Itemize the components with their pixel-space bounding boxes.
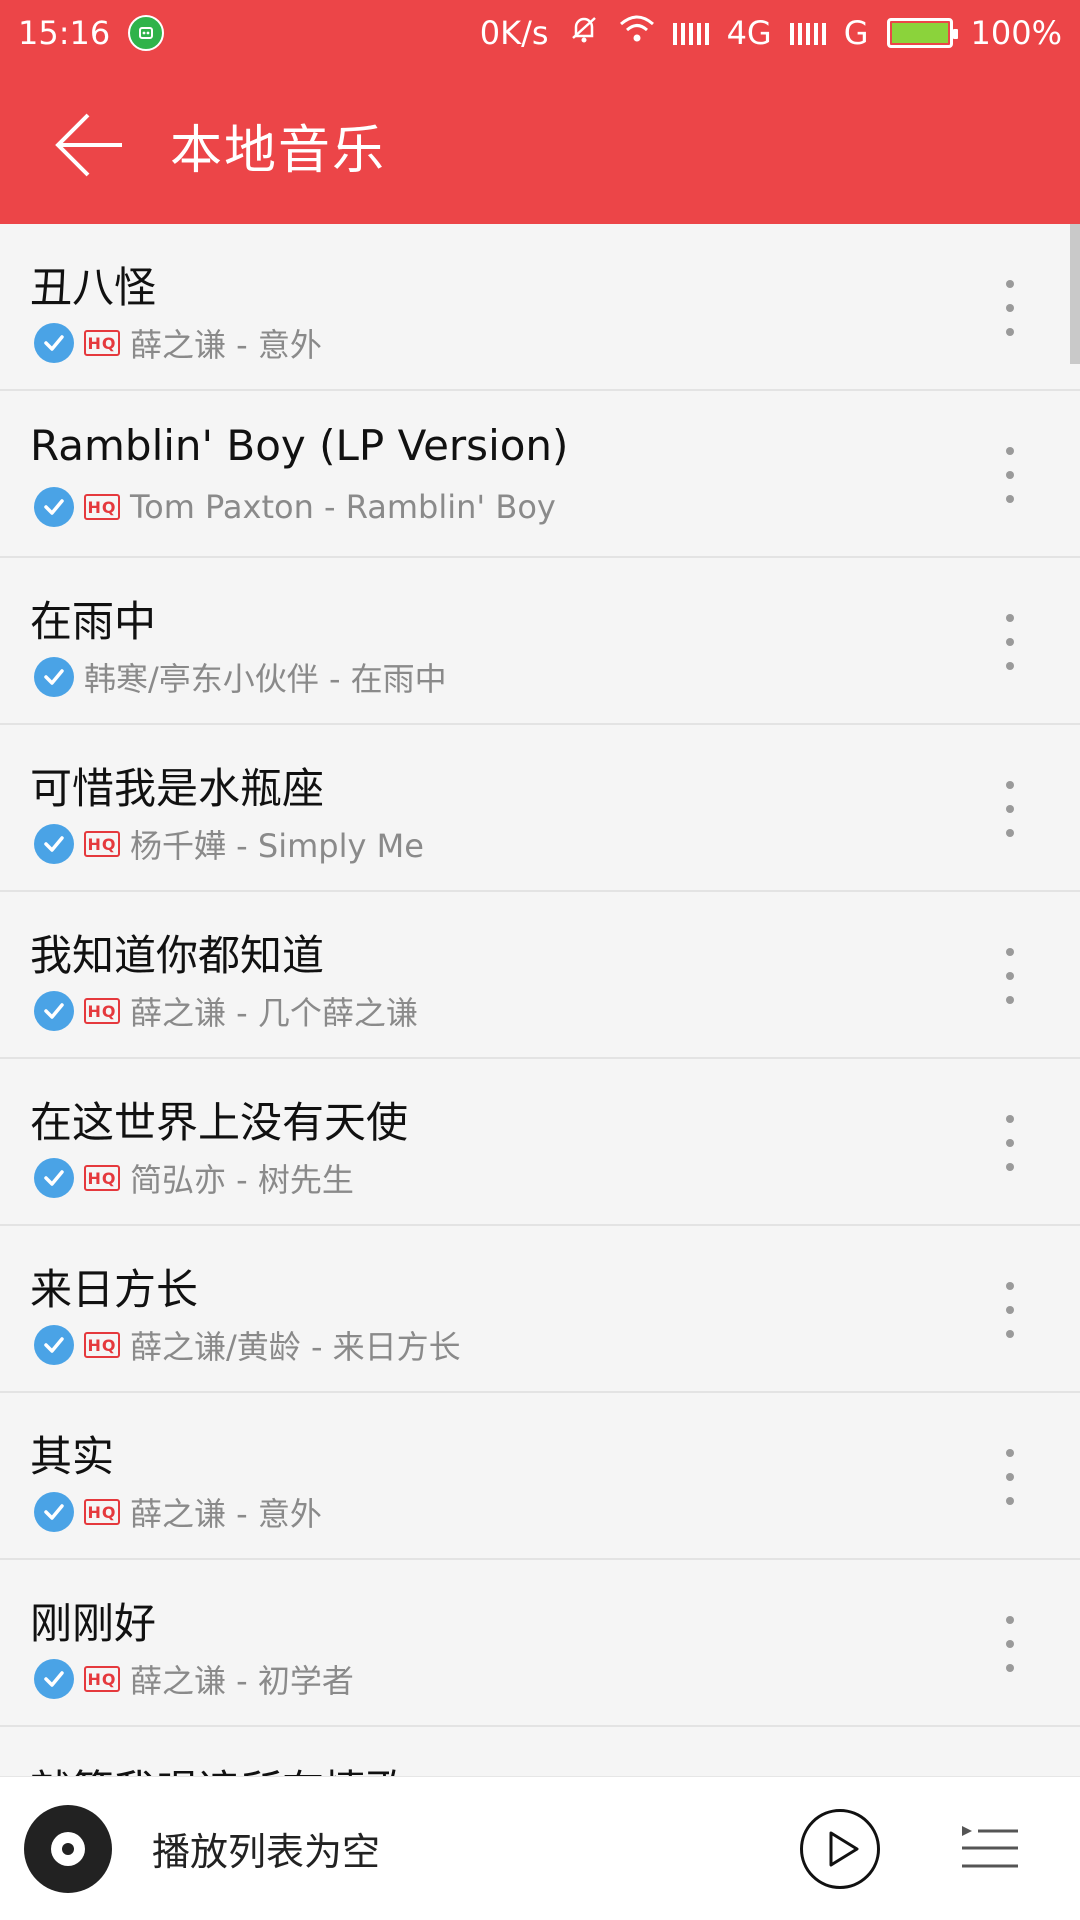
- artist-album: 韩寒/亭东小伙伴 - 在雨中: [84, 660, 447, 698]
- song-title: 我知道你都知道: [30, 931, 325, 980]
- more-options-icon[interactable]: [1000, 781, 1020, 837]
- song-meta: HQ 简弘亦 - 树先生: [34, 1155, 354, 1201]
- song-title: 丑八怪: [30, 263, 157, 312]
- song-title: 其实: [30, 1432, 115, 1481]
- hq-badge: HQ: [84, 1499, 120, 1525]
- song-row[interactable]: 在雨中韩寒/亭东小伙伴 - 在雨中: [0, 558, 1080, 725]
- song-row[interactable]: 来日方长 HQ 薛之谦/黄龄 - 来日方长: [0, 1226, 1080, 1393]
- song-title: 在雨中: [30, 597, 157, 646]
- artist-album: 薛之谦 - 意外: [130, 1495, 322, 1533]
- downloaded-check-icon: [34, 991, 74, 1031]
- more-options-icon[interactable]: [1000, 280, 1020, 336]
- song-row[interactable]: 丑八怪 HQ 薛之谦 - 意外: [0, 224, 1080, 391]
- page-title: 本地音乐: [170, 120, 387, 181]
- hq-badge: HQ: [84, 998, 120, 1024]
- mini-player: 播放列表为空: [0, 1776, 1080, 1920]
- downloaded-check-icon: [34, 323, 74, 363]
- more-options-icon[interactable]: [1000, 1282, 1020, 1338]
- downloaded-check-icon: [34, 824, 74, 864]
- artist-album: 杨千嬅 - Simply Me: [130, 827, 424, 865]
- song-row[interactable]: 我知道你都知道 HQ 薛之谦 - 几个薛之谦: [0, 892, 1080, 1059]
- network-speed: 0K/s: [479, 14, 549, 52]
- playlist-button[interactable]: [940, 1799, 1040, 1899]
- app-bar: 本地音乐: [0, 66, 1080, 224]
- song-row[interactable]: Ramblin' Boy (LP Version) HQ Tom Paxton - …: [0, 391, 1080, 558]
- status-time: 15:16: [18, 14, 111, 52]
- player-status: 播放列表为空: [152, 1830, 381, 1874]
- signal-icon: [672, 19, 709, 47]
- hq-badge: HQ: [84, 831, 120, 857]
- play-icon: [829, 1831, 859, 1866]
- song-meta: 韩寒/亭东小伙伴 - 在雨中: [34, 654, 447, 700]
- song-meta: HQ 薛之谦 - 意外: [34, 320, 322, 366]
- more-options-icon[interactable]: [1000, 1449, 1020, 1505]
- song-title: 就算我唱遍所有情歌: [30, 1757, 408, 1776]
- song-meta: HQ 薛之谦 - 初学者: [34, 1656, 354, 1702]
- hq-badge: HQ: [84, 1666, 120, 1692]
- play-button[interactable]: [800, 1808, 880, 1889]
- song-row[interactable]: 就算我唱遍所有情歌: [0, 1727, 1080, 1776]
- downloaded-check-icon: [34, 657, 74, 697]
- song-title: 在这世界上没有天使: [30, 1098, 409, 1147]
- downloaded-check-icon: [34, 1325, 74, 1365]
- song-row[interactable]: 刚刚好 HQ 薛之谦 - 初学者: [0, 1560, 1080, 1727]
- artist-album: 薛之谦 - 意外: [130, 326, 322, 364]
- more-options-icon[interactable]: [1000, 614, 1020, 670]
- song-title: 来日方长: [30, 1265, 199, 1314]
- downloaded-check-icon: [34, 1492, 74, 1532]
- song-meta: HQ Tom Paxton - Ramblin' Boy: [34, 487, 556, 527]
- playlist-icon: [962, 1825, 1018, 1867]
- battery-icon: [886, 18, 958, 48]
- back-arrow-icon: [55, 113, 122, 177]
- artist-album: 薛之谦 - 初学者: [130, 1662, 354, 1700]
- artist-album: 薛之谦 - 几个薛之谦: [130, 994, 418, 1032]
- status-bar: 15:16 0K/s 4G G 100%: [0, 0, 1080, 66]
- mute-icon: [567, 12, 601, 54]
- back-button[interactable]: [30, 85, 150, 205]
- song-meta: HQ 薛之谦/黄龄 - 来日方长: [34, 1322, 461, 1368]
- artist-album: 简弘亦 - 树先生: [130, 1161, 354, 1199]
- signal-2-icon: [789, 19, 826, 47]
- wifi-icon: [619, 14, 655, 52]
- more-options-icon[interactable]: [1000, 948, 1020, 1004]
- notification-app-icon: [128, 15, 165, 51]
- song-title: Ramblin' Boy (LP Version): [30, 421, 569, 470]
- song-meta: HQ 薛之谦 - 意外: [34, 1489, 322, 1535]
- artist-album: 薛之谦/黄龄 - 来日方长: [130, 1328, 461, 1366]
- song-row[interactable]: 在这世界上没有天使 HQ 简弘亦 - 树先生: [0, 1059, 1080, 1226]
- battery-percent: 100%: [970, 14, 1062, 52]
- song-row[interactable]: 其实 HQ 薛之谦 - 意外: [0, 1393, 1080, 1560]
- downloaded-check-icon: [34, 1659, 74, 1699]
- song-title: 可惜我是水瓶座: [30, 764, 325, 813]
- song-row[interactable]: 可惜我是水瓶座 HQ 杨千嬅 - Simply Me: [0, 725, 1080, 892]
- more-options-icon[interactable]: [1000, 1616, 1020, 1672]
- more-options-icon[interactable]: [1000, 1115, 1020, 1171]
- album-disc-icon[interactable]: [24, 1804, 112, 1893]
- song-meta: HQ 薛之谦 - 几个薛之谦: [34, 988, 418, 1034]
- hq-badge: HQ: [84, 1332, 120, 1358]
- more-options-icon[interactable]: [1000, 447, 1020, 503]
- hq-badge: HQ: [84, 494, 120, 520]
- network-4g-label: 4G: [726, 14, 772, 52]
- hq-badge: HQ: [84, 1165, 120, 1191]
- downloaded-check-icon: [34, 487, 74, 527]
- hq-badge: HQ: [84, 330, 120, 356]
- network-g-label: G: [843, 14, 869, 52]
- song-meta: HQ 杨千嬅 - Simply Me: [34, 821, 424, 867]
- song-list[interactable]: 丑八怪 HQ 薛之谦 - 意外 Ramblin' Boy (LP Version) HQ…: [0, 224, 1080, 1776]
- artist-album: Tom Paxton - Ramblin' Boy: [130, 488, 556, 526]
- song-title: 刚刚好: [30, 1599, 157, 1648]
- downloaded-check-icon: [34, 1158, 74, 1198]
